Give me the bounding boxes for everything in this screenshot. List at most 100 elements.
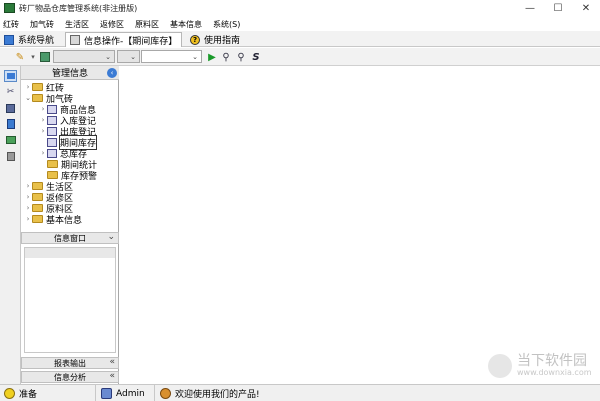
user-name: Admin bbox=[116, 388, 145, 399]
run-query-icon[interactable]: ▶ bbox=[205, 50, 219, 64]
tree-node-outbound-register[interactable]: › 出库登记 bbox=[39, 126, 96, 138]
status-bar: 准备 Admin 欢迎使用我们的产品! bbox=[0, 384, 600, 401]
folder-icon bbox=[32, 215, 43, 223]
left-icon-strip: ✂ bbox=[0, 66, 21, 384]
search-user-icon[interactable]: ⚲ bbox=[219, 50, 233, 64]
tree-node-product-info[interactable]: › 商品信息 bbox=[39, 104, 96, 116]
filter-s-icon[interactable]: S bbox=[249, 50, 263, 64]
expand-icon[interactable]: › bbox=[39, 149, 47, 157]
document-search-icon bbox=[47, 126, 57, 136]
expand-icon[interactable]: › bbox=[24, 83, 32, 91]
section-title: 报表输出 bbox=[54, 358, 86, 368]
collapse-icon[interactable]: ⌄ bbox=[24, 94, 32, 102]
chevron-down-icon: ⌄ bbox=[105, 52, 111, 61]
field-select[interactable]: ⌄ bbox=[53, 50, 115, 63]
menu-item-red-brick[interactable]: 红砖 bbox=[3, 19, 19, 30]
tree-node-aerated-brick[interactable]: ⌄ 加气砖 bbox=[24, 93, 73, 105]
expand-icon[interactable]: › bbox=[24, 182, 32, 190]
expand-icon[interactable]: › bbox=[24, 204, 32, 212]
navigation-icon bbox=[4, 34, 14, 45]
toolbar: ✎ ▾ ⌄ ⌄ ⌄ ▶ ⚲ ⚲ S bbox=[0, 48, 600, 66]
main-content-area bbox=[120, 66, 600, 384]
expand-icon[interactable]: › bbox=[39, 105, 47, 113]
menu-bar: 红砖 加气砖 生活区 返修区 原料区 基本信息 系统(S) bbox=[0, 17, 600, 31]
navigation-panel: 管理信息 ‹ › 红砖 ⌄ 加气砖 › 商品信息 › 入库登记 › 出库登记 期… bbox=[21, 66, 119, 384]
window-title: 砖厂物品仓库管理系统(非注册版) bbox=[19, 4, 138, 13]
app-icon bbox=[4, 3, 15, 13]
watermark-url: www.downxia.com bbox=[517, 368, 592, 378]
record-icon[interactable] bbox=[38, 50, 52, 64]
mail-icon[interactable] bbox=[4, 134, 17, 146]
folder-open-icon bbox=[32, 94, 43, 102]
search-icon[interactable]: ⚲ bbox=[234, 50, 248, 64]
book-icon[interactable] bbox=[4, 102, 17, 114]
panel-collapse-icon[interactable]: ‹ bbox=[107, 68, 117, 78]
folder-icon bbox=[32, 182, 43, 190]
panel-header: 管理信息 ‹ bbox=[21, 66, 119, 80]
expand-icon[interactable]: › bbox=[24, 215, 32, 223]
user-icon bbox=[101, 388, 112, 399]
tab-info-operation[interactable]: 信息操作-【期间库存】 bbox=[65, 32, 183, 47]
close-button[interactable]: ✕ bbox=[572, 0, 600, 17]
tools-icon[interactable]: ✂ bbox=[4, 86, 17, 98]
document-icon bbox=[70, 35, 80, 45]
expand-icon[interactable]: › bbox=[24, 193, 32, 201]
watermark: 当下软件园 www.downxia.com bbox=[488, 353, 592, 379]
info-window-header[interactable]: 信息窗口 ⌄ bbox=[21, 232, 119, 244]
folder-icon bbox=[32, 83, 43, 91]
menu-item-living-area[interactable]: 生活区 bbox=[65, 19, 89, 30]
tree-node-stock-warning[interactable]: 库存预警 bbox=[47, 170, 97, 182]
expand-icon[interactable]: › bbox=[39, 116, 47, 124]
tab-label: 信息操作-【期间库存】 bbox=[84, 36, 178, 47]
folder-icon bbox=[47, 171, 58, 179]
menu-item-raw-area[interactable]: 原料区 bbox=[135, 19, 159, 30]
tab-system-navigation[interactable]: 系统导航 bbox=[4, 32, 54, 47]
tree-node-inbound-register[interactable]: › 入库登记 bbox=[39, 115, 96, 127]
status-ready: 准备 bbox=[0, 385, 96, 401]
tree-node-period-inventory[interactable]: 期间库存 bbox=[39, 134, 98, 150]
tree-node-repair-area[interactable]: › 返修区 bbox=[24, 192, 73, 204]
chevron-down-icon[interactable]: ⌄ bbox=[107, 232, 115, 242]
double-chevron-left-icon[interactable]: « bbox=[109, 357, 115, 367]
tab-user-guide[interactable]: ? 使用指南 bbox=[190, 32, 240, 47]
document-search-icon bbox=[47, 137, 57, 147]
trash-icon[interactable] bbox=[4, 150, 17, 162]
folder-icon bbox=[32, 193, 43, 201]
report-output-header[interactable]: 报表输出 « bbox=[21, 357, 119, 369]
menu-item-repair-area[interactable]: 返修区 bbox=[100, 19, 124, 30]
maximize-button[interactable]: ☐ bbox=[544, 0, 572, 17]
value-select[interactable]: ⌄ bbox=[141, 50, 202, 63]
chevron-down-icon: ⌄ bbox=[130, 52, 136, 61]
tree-node-basic-info[interactable]: › 基本信息 bbox=[24, 214, 83, 226]
status-smiley-icon bbox=[4, 388, 15, 399]
section-title: 信息分析 bbox=[54, 372, 86, 382]
double-chevron-left-icon[interactable]: « bbox=[109, 371, 115, 381]
watermark-title: 当下软件园 bbox=[517, 353, 587, 369]
minimize-button[interactable]: — bbox=[516, 0, 544, 17]
tab-label: 系统导航 bbox=[18, 36, 55, 46]
folder-icon bbox=[47, 160, 58, 168]
expand-icon[interactable]: › bbox=[39, 127, 47, 135]
status-message: 欢迎使用我们的产品! bbox=[156, 385, 600, 401]
menu-item-basic-info[interactable]: 基本信息 bbox=[170, 19, 202, 30]
menu-item-system[interactable]: 系统(S) bbox=[213, 19, 240, 30]
menu-item-aerated-brick[interactable]: 加气砖 bbox=[30, 19, 54, 30]
document-search-icon bbox=[47, 148, 57, 158]
section-title: 信息窗口 bbox=[54, 233, 86, 243]
info-analysis-header[interactable]: 信息分析 « bbox=[21, 371, 119, 383]
tree-node-red-brick[interactable]: › 红砖 bbox=[24, 82, 64, 94]
notes-icon[interactable] bbox=[4, 118, 17, 130]
welcome-message: 欢迎使用我们的产品! bbox=[175, 390, 260, 400]
tree-node-living-area[interactable]: › 生活区 bbox=[24, 181, 73, 193]
tree-node-label: 基本信息 bbox=[46, 215, 83, 226]
panel-toggle-icon[interactable] bbox=[4, 70, 17, 82]
tree-node-raw-area[interactable]: › 原料区 bbox=[24, 203, 73, 215]
tree-node-total-inventory[interactable]: › 总库存 bbox=[39, 148, 87, 160]
document-search-icon bbox=[47, 115, 57, 125]
operator-select[interactable]: ⌄ bbox=[117, 50, 140, 63]
tab-label: 使用指南 bbox=[204, 36, 241, 46]
watermark-logo-icon bbox=[488, 354, 512, 379]
edit-pencil-icon[interactable]: ✎ bbox=[13, 50, 27, 64]
panel-title: 管理信息 bbox=[51, 69, 88, 79]
tree-node-period-stats[interactable]: 期间统计 bbox=[47, 159, 97, 171]
